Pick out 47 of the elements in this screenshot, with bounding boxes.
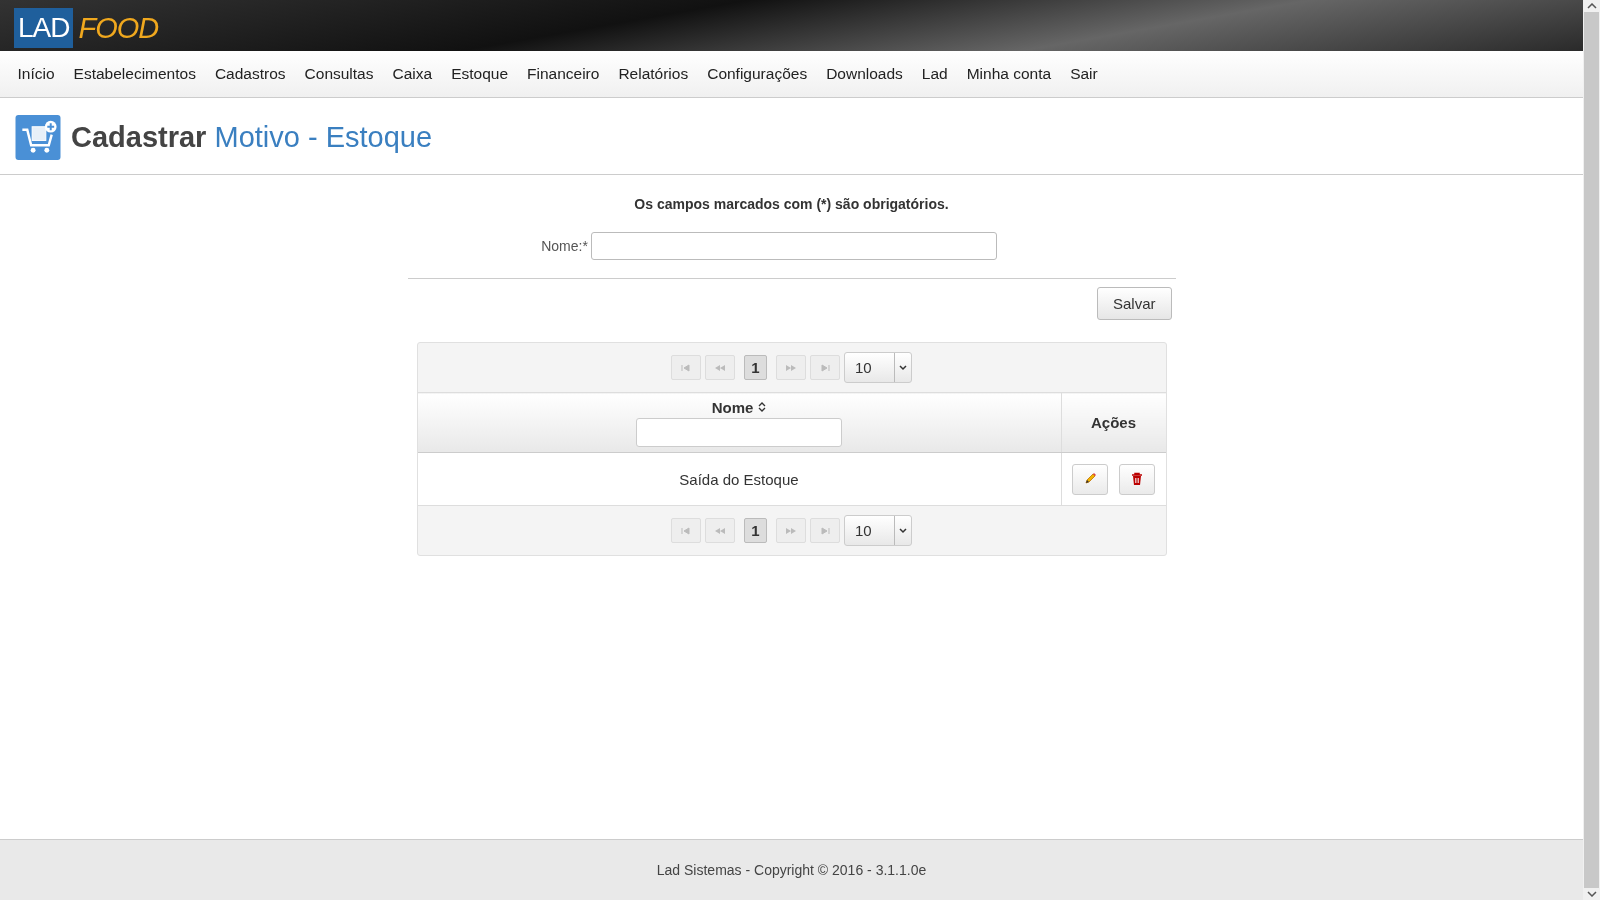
first-page-icon [680,526,692,535]
trash-icon [1130,472,1144,486]
scroll-down-icon[interactable] [1586,891,1597,897]
rewind-icon [714,526,726,535]
menu-item[interactable]: Configurações [697,65,817,83]
fast-forward-icon [785,363,797,372]
menu-item[interactable]: Início [8,65,65,83]
menu-item[interactable]: Estoque [441,65,518,83]
menu-item[interactable]: Sair [1060,65,1108,83]
cart-icon [15,115,61,160]
name-field[interactable] [590,232,997,260]
sort-icon[interactable] [758,402,767,412]
menu-item[interactable]: Cadastros [205,65,296,83]
page-button[interactable]: 1 [744,355,767,380]
caret-icon [899,527,907,534]
save-button[interactable]: Salvar [1096,287,1172,320]
required-note: Os campos marcados com (*) são obrigatórios. [634,196,949,212]
table-cell: Saída do Estoque [417,452,1061,506]
column-title: Nome [711,398,754,416]
page-size-select[interactable]: 10 [844,352,912,383]
fast-forward-icon [785,526,797,535]
caret-icon [899,364,907,371]
filter-field[interactable] [636,417,842,447]
last-page-icon [819,363,831,372]
scroll-up-icon[interactable] [1586,3,1597,9]
menu-item[interactable]: Relatórios [608,65,698,83]
first-page-icon [680,363,692,372]
pencil-icon [1083,472,1097,486]
edit-button[interactable] [1072,463,1108,495]
menu-item[interactable]: Caixa [383,65,442,83]
page-size-select[interactable]: 10 [844,515,912,546]
field-label: Nome:* [541,238,588,254]
logo-food: FOOD [77,11,159,45]
menu-item[interactable]: Financeiro [517,65,609,83]
menu-item[interactable]: Estabelecimentos [64,65,206,83]
rewind-icon [714,363,726,372]
page-title: Cadastrar Motivo - Estoque [71,121,433,154]
last-page-icon [819,526,831,535]
delete-button[interactable] [1119,463,1155,495]
menu-item[interactable]: Minha conta [957,65,1061,83]
menu-item[interactable]: Consultas [295,65,383,83]
page-button[interactable]: 1 [744,518,767,543]
menu-item[interactable]: Lad [912,65,958,83]
menu-item[interactable]: Downloads [816,65,913,83]
logo-lad: LAD [14,8,74,48]
copyright-text: Lad Sistemas - Copyright © 2016 - 3.1.1.0e [656,862,927,878]
column-title: Ações [1091,414,1136,431]
